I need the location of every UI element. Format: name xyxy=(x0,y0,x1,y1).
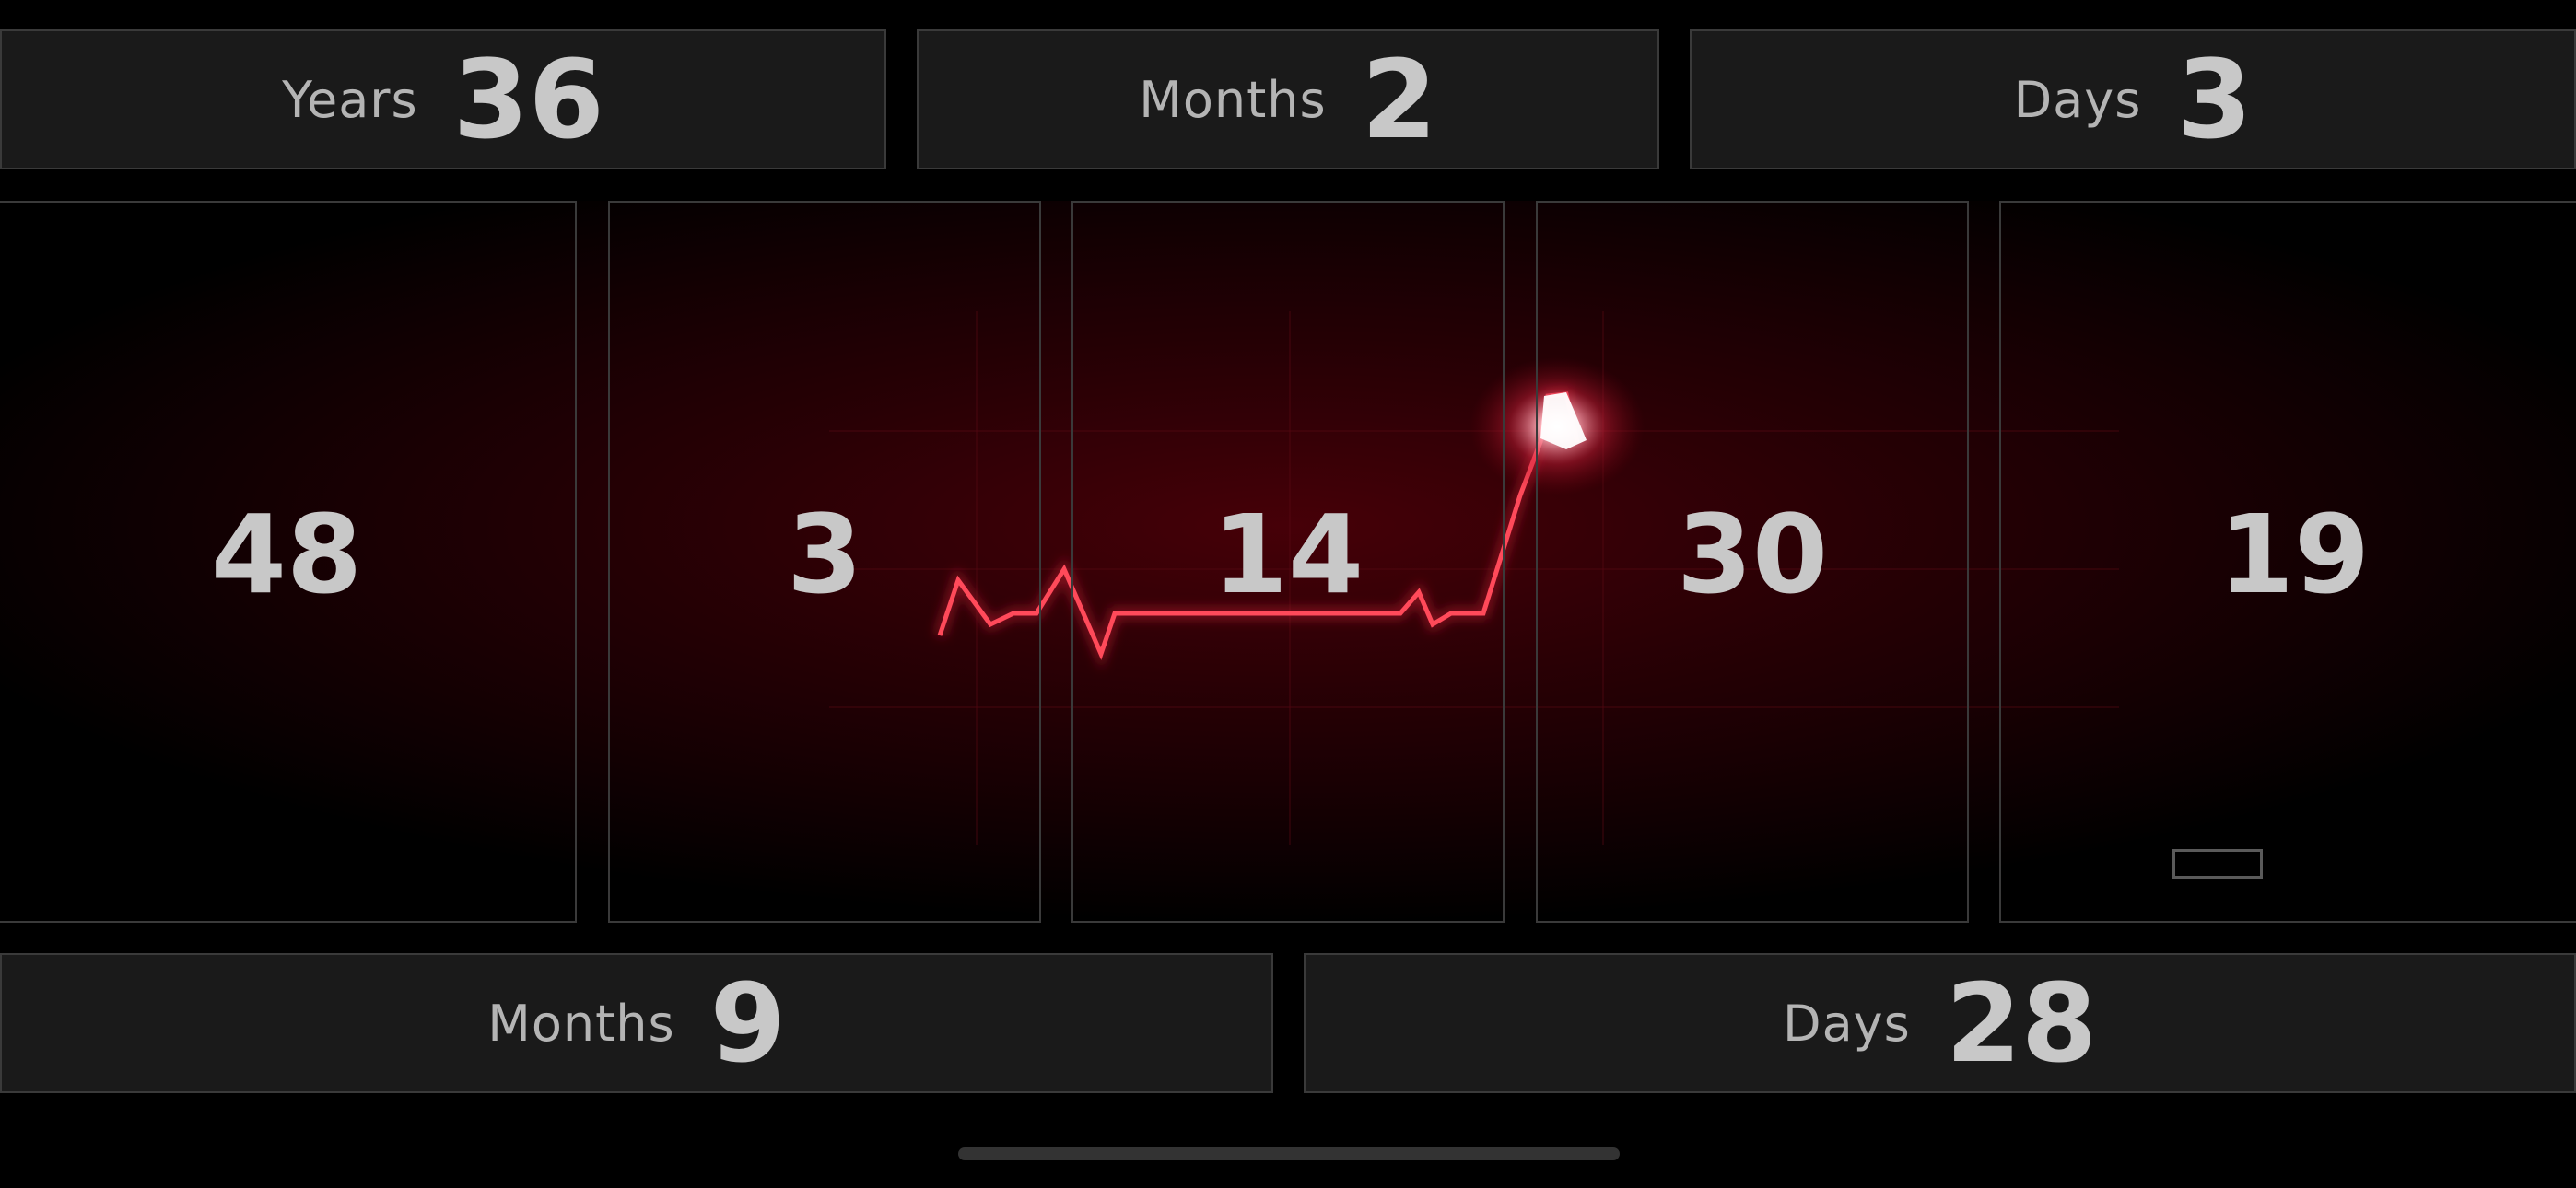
indicator-rectangle[interactable] xyxy=(2172,849,2263,879)
remaining-days-label: Days xyxy=(1783,994,1911,1053)
years-value: 36 xyxy=(452,36,604,163)
remaining-days-box[interactable]: Days 28 xyxy=(1304,953,2576,1093)
days-stat-box[interactable]: Days 3 xyxy=(1690,29,2576,169)
remaining-months-box[interactable]: Months 9 xyxy=(0,953,1273,1093)
count-tile-value: 3 xyxy=(786,491,863,618)
count-tile-value: 48 xyxy=(210,491,363,618)
count-tile-value: 14 xyxy=(1212,491,1364,618)
count-tile[interactable]: 48 xyxy=(0,201,577,923)
remaining-months-value: 9 xyxy=(709,960,786,1087)
remaining-months-label: Months xyxy=(487,994,675,1053)
days-label: Days xyxy=(2013,70,2142,129)
months-value: 2 xyxy=(1361,36,1437,163)
count-tile-value: 30 xyxy=(1676,491,1829,618)
count-tile[interactable]: 30 xyxy=(1536,201,1969,923)
years-stat-box[interactable]: Years 36 xyxy=(0,29,886,169)
remaining-days-value: 28 xyxy=(1945,960,2097,1087)
app-screen: Years 36 Months 2 Days 3 48 3 14 30 19 M… xyxy=(0,0,2576,1188)
count-tile[interactable]: 3 xyxy=(608,201,1041,923)
years-label: Years xyxy=(282,70,418,129)
home-indicator[interactable] xyxy=(958,1147,1620,1160)
months-stat-box[interactable]: Months 2 xyxy=(917,29,1659,169)
count-tile-value: 19 xyxy=(2218,491,2371,618)
days-value: 3 xyxy=(2176,36,2253,163)
count-tile[interactable]: 19 xyxy=(1999,201,2576,923)
count-tile[interactable]: 14 xyxy=(1071,201,1505,923)
months-label: Months xyxy=(1139,70,1327,129)
